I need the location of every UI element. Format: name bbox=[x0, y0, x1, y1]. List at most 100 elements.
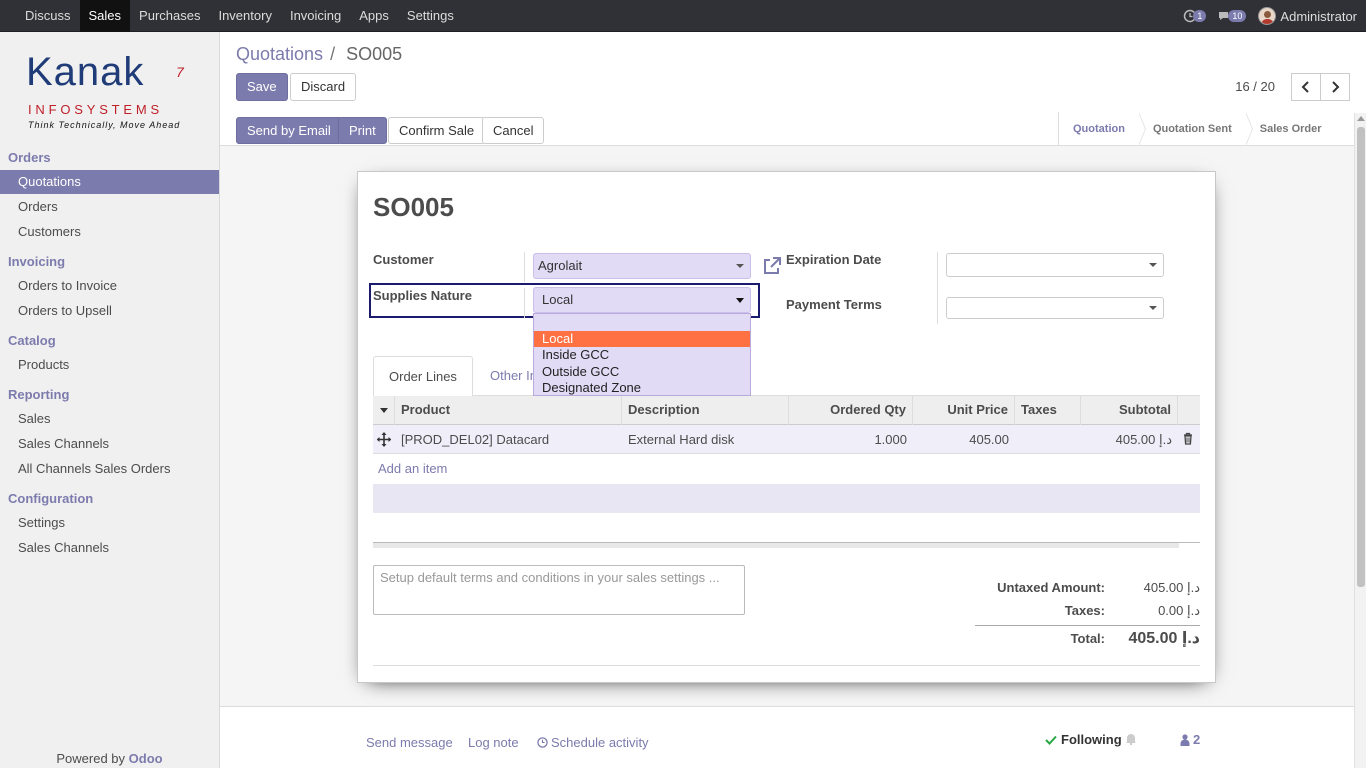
expiration-date-input[interactable] bbox=[946, 253, 1164, 277]
cell-subtotal: 405.00 د.إ bbox=[1115, 432, 1172, 447]
scroll-up-arrow[interactable] bbox=[1357, 116, 1365, 121]
sidebar-item-orders-to-invoice[interactable]: Orders to Invoice bbox=[0, 274, 219, 298]
confirm-sale-button[interactable]: Confirm Sale bbox=[388, 117, 486, 144]
header-taxes[interactable]: Taxes bbox=[1015, 396, 1081, 425]
sidebar-item-sales[interactable]: Sales bbox=[0, 407, 219, 431]
arrows-move-icon bbox=[376, 432, 392, 447]
logo-mark: 7 bbox=[176, 64, 184, 80]
scrollbar-thumb[interactable] bbox=[1357, 127, 1365, 587]
header-subtotal[interactable]: Subtotal bbox=[1081, 396, 1178, 425]
powered-by-label: Powered by bbox=[56, 751, 126, 766]
sidebar-item-orders[interactable]: Orders bbox=[0, 195, 219, 219]
sidebar-item-quotations[interactable]: Quotations bbox=[0, 170, 219, 194]
header-description[interactable]: Description bbox=[622, 396, 789, 425]
sidebar-section-reporting[interactable]: Reporting bbox=[8, 387, 69, 402]
cell-description: External Hard disk bbox=[628, 432, 735, 447]
supplies-nature-select[interactable]: Local bbox=[533, 287, 751, 313]
following-button[interactable]: Following bbox=[1045, 732, 1122, 747]
sidebar-section-invoicing[interactable]: Invoicing bbox=[8, 254, 65, 269]
label-divider bbox=[524, 252, 525, 282]
column-options[interactable] bbox=[373, 396, 395, 425]
header-unit-price[interactable]: Unit Price bbox=[913, 396, 1015, 425]
notifications-button[interactable] bbox=[1125, 732, 1137, 748]
sidebar-item-orders-to-upsell[interactable]: Orders to Upsell bbox=[0, 299, 219, 323]
sidebar-item-customers[interactable]: Customers bbox=[0, 220, 219, 244]
cell-product: [PROD_DEL02] Datacard bbox=[401, 432, 550, 447]
clock-icon bbox=[537, 737, 548, 748]
pager-value[interactable]: 16 / 20 bbox=[1235, 79, 1275, 94]
log-note-button[interactable]: Log note bbox=[468, 735, 519, 750]
send-by-email-button[interactable]: Send by Email bbox=[236, 117, 342, 144]
followers-button[interactable]: 2 bbox=[1180, 732, 1200, 747]
user-menu[interactable]: Administrator bbox=[1258, 7, 1357, 25]
tab-order-lines[interactable]: Order Lines bbox=[373, 356, 473, 397]
customer-select[interactable]: Agrolait bbox=[533, 253, 751, 279]
menu-sales[interactable]: Sales bbox=[79, 0, 131, 32]
caret-down-icon bbox=[736, 298, 744, 303]
drag-handle[interactable] bbox=[373, 425, 395, 454]
breadcrumb-quotations[interactable]: Quotations bbox=[236, 44, 323, 64]
breadcrumb-current: SO005 bbox=[346, 44, 403, 64]
chatter: Send message Log note Schedule activity … bbox=[220, 706, 1354, 768]
sidebar-section-orders[interactable]: Orders bbox=[8, 150, 51, 165]
untaxed-amount-label: Untaxed Amount: bbox=[997, 580, 1105, 595]
header-ordered-qty[interactable]: Ordered Qty bbox=[789, 396, 913, 425]
chevron-left-icon bbox=[1301, 81, 1309, 93]
activity-menu[interactable]: 1 bbox=[1183, 0, 1207, 32]
untaxed-amount-value: 405.00 د.إ bbox=[1143, 580, 1200, 595]
stage-quotation-sent[interactable]: Quotation Sent bbox=[1139, 112, 1253, 146]
discard-button[interactable]: Discard bbox=[290, 73, 357, 101]
sidebar-item-products[interactable]: Products bbox=[0, 353, 219, 377]
delete-line-button[interactable] bbox=[1178, 425, 1200, 454]
pager-next-button[interactable] bbox=[1320, 73, 1350, 101]
messages-menu[interactable]: 10 bbox=[1218, 0, 1247, 32]
stage-sales-order[interactable]: Sales Order bbox=[1246, 112, 1336, 146]
menu-invoicing[interactable]: Invoicing bbox=[281, 0, 350, 32]
sidebar-item-sales-channels[interactable]: Sales Channels bbox=[0, 432, 219, 456]
send-message-button[interactable]: Send message bbox=[366, 735, 453, 750]
menu-apps[interactable]: Apps bbox=[350, 0, 398, 32]
table-footer bbox=[373, 542, 1179, 548]
option-designated-zone[interactable]: Designated Zone bbox=[534, 380, 750, 396]
caret-down-icon bbox=[1149, 263, 1157, 267]
stage-quotation[interactable]: Quotation bbox=[1059, 112, 1146, 146]
sidebar-item-all-channels-sales-orders[interactable]: All Channels Sales Orders bbox=[0, 457, 219, 481]
payment-terms-select[interactable] bbox=[946, 297, 1164, 319]
header-product[interactable]: Product bbox=[395, 396, 622, 425]
terms-conditions-textarea[interactable]: Setup default terms and conditions in yo… bbox=[373, 565, 745, 615]
schedule-activity-button[interactable]: Schedule activity bbox=[537, 735, 649, 750]
table-row[interactable]: [PROD_DEL02] Datacard External Hard disk… bbox=[373, 425, 1200, 454]
menu-purchases[interactable]: Purchases bbox=[130, 0, 209, 32]
caret-down-icon bbox=[380, 408, 388, 413]
breadcrumb: Quotations / SO005 bbox=[236, 44, 402, 65]
print-button[interactable]: Print bbox=[338, 117, 387, 144]
sidebar-item-settings[interactable]: Settings bbox=[0, 511, 219, 535]
save-button[interactable]: Save bbox=[236, 73, 288, 101]
option-local[interactable]: Local bbox=[534, 331, 750, 347]
powered-by-odoo-link[interactable]: Odoo bbox=[129, 751, 163, 766]
add-an-item-link[interactable]: Add an item bbox=[378, 461, 447, 476]
menu-settings[interactable]: Settings bbox=[398, 0, 463, 32]
notebook-tabs: Order Lines Other In bbox=[373, 356, 1200, 397]
schedule-activity-label: Schedule activity bbox=[551, 735, 649, 750]
sidebar-section-catalog[interactable]: Catalog bbox=[8, 333, 56, 348]
message-count-badge: 10 bbox=[1228, 10, 1247, 22]
bell-icon bbox=[1126, 734, 1136, 746]
total-value: 405.00 د.إ bbox=[1128, 630, 1200, 647]
company-logo[interactable]: Kanak 7 INFOSYSTEMS Think Technically, M… bbox=[26, 50, 196, 134]
option-inside-gcc[interactable]: Inside GCC bbox=[534, 347, 750, 363]
cancel-button[interactable]: Cancel bbox=[482, 117, 545, 144]
sidebar-item-config-sales-channels[interactable]: Sales Channels bbox=[0, 536, 219, 560]
option-outside-gcc[interactable]: Outside GCC bbox=[534, 364, 750, 380]
menu-discuss[interactable]: Discuss bbox=[16, 0, 80, 32]
pager-previous-button[interactable] bbox=[1291, 73, 1321, 101]
menu-inventory[interactable]: Inventory bbox=[209, 0, 280, 32]
form-scrollbar[interactable] bbox=[1354, 113, 1366, 768]
avatar bbox=[1258, 7, 1277, 25]
external-link-icon[interactable] bbox=[762, 256, 782, 276]
customer-value: Agrolait bbox=[538, 258, 583, 273]
payment-terms-label: Payment Terms bbox=[786, 297, 882, 312]
sidebar-section-configuration[interactable]: Configuration bbox=[8, 491, 93, 506]
user-name: Administrator bbox=[1280, 8, 1357, 24]
supplies-nature-label: Supplies Nature bbox=[373, 288, 472, 303]
